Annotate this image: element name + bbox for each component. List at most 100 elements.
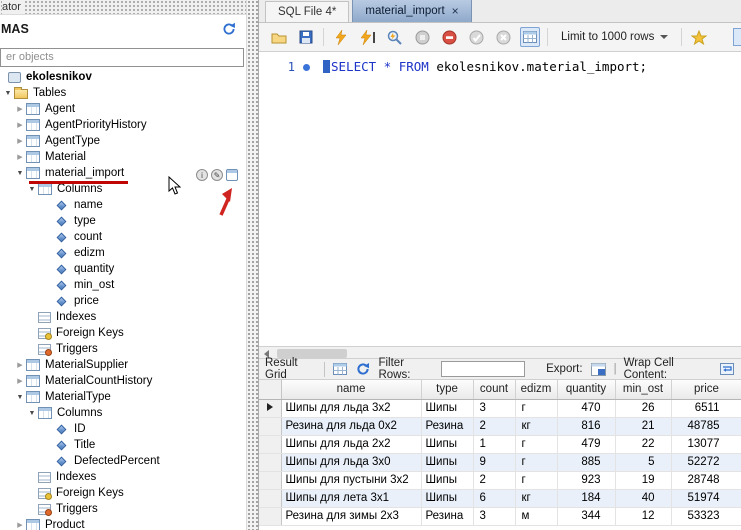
tree-item-indexes[interactable]: Indexes — [0, 469, 246, 485]
wrap-cell-content-icon[interactable] — [719, 361, 735, 377]
chevron-collapsed-icon[interactable] — [14, 153, 26, 161]
close-tab-icon[interactable]: × — [452, 6, 459, 16]
cell-name[interactable]: Резина для льда 0x2 — [281, 417, 421, 435]
cell-min-ost[interactable]: 21 — [615, 417, 671, 435]
row-selector[interactable] — [259, 417, 281, 435]
cell-name[interactable]: Резина для зимы 2x3 — [281, 507, 421, 525]
cell-quantity[interactable]: 344 — [557, 507, 615, 525]
open-table-data-icon[interactable] — [226, 169, 238, 181]
chevron-collapsed-icon[interactable] — [14, 121, 26, 129]
cell-edizm[interactable]: г — [515, 399, 557, 417]
panel-scrollbar[interactable] — [246, 0, 258, 530]
execute-statement-icon[interactable] — [358, 27, 378, 47]
table-row[interactable]: Резина для зимы 2x3 Резина 3 м 344 12 53… — [259, 507, 741, 525]
autocommit-toggle-icon[interactable] — [520, 27, 540, 47]
tree-item-column[interactable]: min_ost — [0, 277, 246, 293]
tree-item-column[interactable]: count — [0, 229, 246, 245]
cell-count[interactable]: 9 — [473, 453, 515, 471]
tree-item-column[interactable]: DefectedPercent — [0, 453, 246, 469]
tree-item-foreign-keys[interactable]: Foreign Keys — [0, 325, 246, 341]
chevron-expanded-icon[interactable] — [2, 90, 14, 97]
row-selector[interactable] — [259, 507, 281, 525]
tree-item-column[interactable]: ID — [0, 421, 246, 437]
tree-item-table[interactable]: MaterialSupplier — [0, 357, 246, 373]
cell-edizm[interactable]: кг — [515, 417, 557, 435]
table-row[interactable]: Шипы для пустыни 3x2 Шипы 2 г 923 19 287… — [259, 471, 741, 489]
cell-price[interactable]: 13077 — [671, 435, 741, 453]
cell-name[interactable]: Шипы для льда 3x2 — [281, 399, 421, 417]
cell-quantity[interactable]: 479 — [557, 435, 615, 453]
tree-item-table[interactable]: Material — [0, 149, 246, 165]
tree-item-column[interactable]: name — [0, 197, 246, 213]
limit-rows-dropdown[interactable]: Limit to 1000 rows — [555, 29, 674, 45]
cell-name[interactable]: Шипы для льда 2x2 — [281, 435, 421, 453]
chevron-collapsed-icon[interactable] — [14, 377, 26, 385]
tree-item-table[interactable]: AgentPriorityHistory — [0, 117, 246, 133]
cell-name[interactable]: Шипы для пустыни 3x2 — [281, 471, 421, 489]
explain-icon[interactable] — [385, 27, 405, 47]
cell-price[interactable]: 53323 — [671, 507, 741, 525]
tree-item-column[interactable]: price — [0, 293, 246, 309]
save-snippet-icon[interactable] — [689, 27, 709, 47]
table-wrench-icon[interactable]: ✎ — [211, 169, 223, 181]
refresh-schemas-icon[interactable] — [222, 22, 236, 36]
grid-view-icon[interactable] — [332, 361, 348, 377]
cell-count[interactable]: 2 — [473, 417, 515, 435]
tree-item-column[interactable]: Title — [0, 437, 246, 453]
cell-quantity[interactable]: 816 — [557, 417, 615, 435]
tree-item-indexes[interactable]: Indexes — [0, 309, 246, 325]
column-header[interactable]: min_ost — [615, 380, 671, 399]
commit-icon[interactable] — [466, 27, 486, 47]
chevron-expanded-icon[interactable] — [14, 170, 26, 177]
cell-quantity[interactable]: 923 — [557, 471, 615, 489]
tree-item-tables-folder[interactable]: Tables — [0, 85, 246, 101]
table-row[interactable]: Шипы для лета 3x1 Шипы 6 кг 184 40 51974 — [259, 489, 741, 507]
cell-count[interactable]: 6 — [473, 489, 515, 507]
filter-objects-input[interactable]: er objects — [0, 48, 244, 67]
cell-type[interactable]: Шипы — [421, 489, 473, 507]
table-row[interactable]: Шипы для льда 2x2 Шипы 1 г 479 22 13077 — [259, 435, 741, 453]
tree-item-table[interactable]: Product — [0, 517, 246, 530]
export-icon[interactable] — [590, 361, 607, 377]
cell-min-ost[interactable]: 5 — [615, 453, 671, 471]
row-selector[interactable] — [259, 399, 281, 417]
cell-count[interactable]: 3 — [473, 507, 515, 525]
sql-statement[interactable]: SELECT * FROM ekolesnikov.material_impor… — [323, 59, 647, 74]
cell-edizm[interactable]: г — [515, 453, 557, 471]
cell-count[interactable]: 3 — [473, 399, 515, 417]
row-selector[interactable] — [259, 471, 281, 489]
cell-price[interactable]: 48785 — [671, 417, 741, 435]
cell-price[interactable]: 52272 — [671, 453, 741, 471]
execute-script-icon[interactable] — [331, 27, 351, 47]
stop-icon[interactable] — [412, 27, 432, 47]
tree-item-table-materialtype[interactable]: MaterialType — [0, 389, 246, 405]
open-file-icon[interactable] — [269, 27, 289, 47]
cell-min-ost[interactable]: 19 — [615, 471, 671, 489]
table-row[interactable]: Шипы для льда 3x2 Шипы 3 г 470 26 6511 — [259, 399, 741, 417]
chevron-collapsed-icon[interactable] — [14, 361, 26, 369]
cell-type[interactable]: Шипы — [421, 453, 473, 471]
cell-min-ost[interactable]: 12 — [615, 507, 671, 525]
refresh-results-icon[interactable] — [355, 361, 371, 377]
column-header[interactable]: name — [281, 380, 421, 399]
column-header[interactable]: count — [473, 380, 515, 399]
chevron-expanded-icon[interactable] — [14, 394, 26, 401]
sql-editor[interactable]: 1 SELECT * FROM ekolesnikov.material_imp… — [259, 52, 741, 346]
tab-sql-file[interactable]: SQL File 4* — [265, 1, 349, 22]
beautify-icon[interactable] — [733, 28, 741, 46]
cell-type[interactable]: Резина — [421, 417, 473, 435]
tree-item-table[interactable]: Agent — [0, 101, 246, 117]
cell-price[interactable]: 51974 — [671, 489, 741, 507]
cell-quantity[interactable]: 885 — [557, 453, 615, 471]
tree-item-columns-folder[interactable]: Columns — [0, 405, 246, 421]
tree-item-table[interactable]: MaterialCountHistory — [0, 373, 246, 389]
cell-edizm[interactable]: г — [515, 471, 557, 489]
chevron-expanded-icon[interactable] — [26, 186, 38, 193]
cell-price[interactable]: 28748 — [671, 471, 741, 489]
cell-type[interactable]: Шипы — [421, 399, 473, 417]
cell-quantity[interactable]: 184 — [557, 489, 615, 507]
tree-item-column[interactable]: edizm — [0, 245, 246, 261]
cell-type[interactable]: Шипы — [421, 471, 473, 489]
cell-type[interactable]: Резина — [421, 507, 473, 525]
tree-item-foreign-keys[interactable]: Foreign Keys — [0, 485, 246, 501]
